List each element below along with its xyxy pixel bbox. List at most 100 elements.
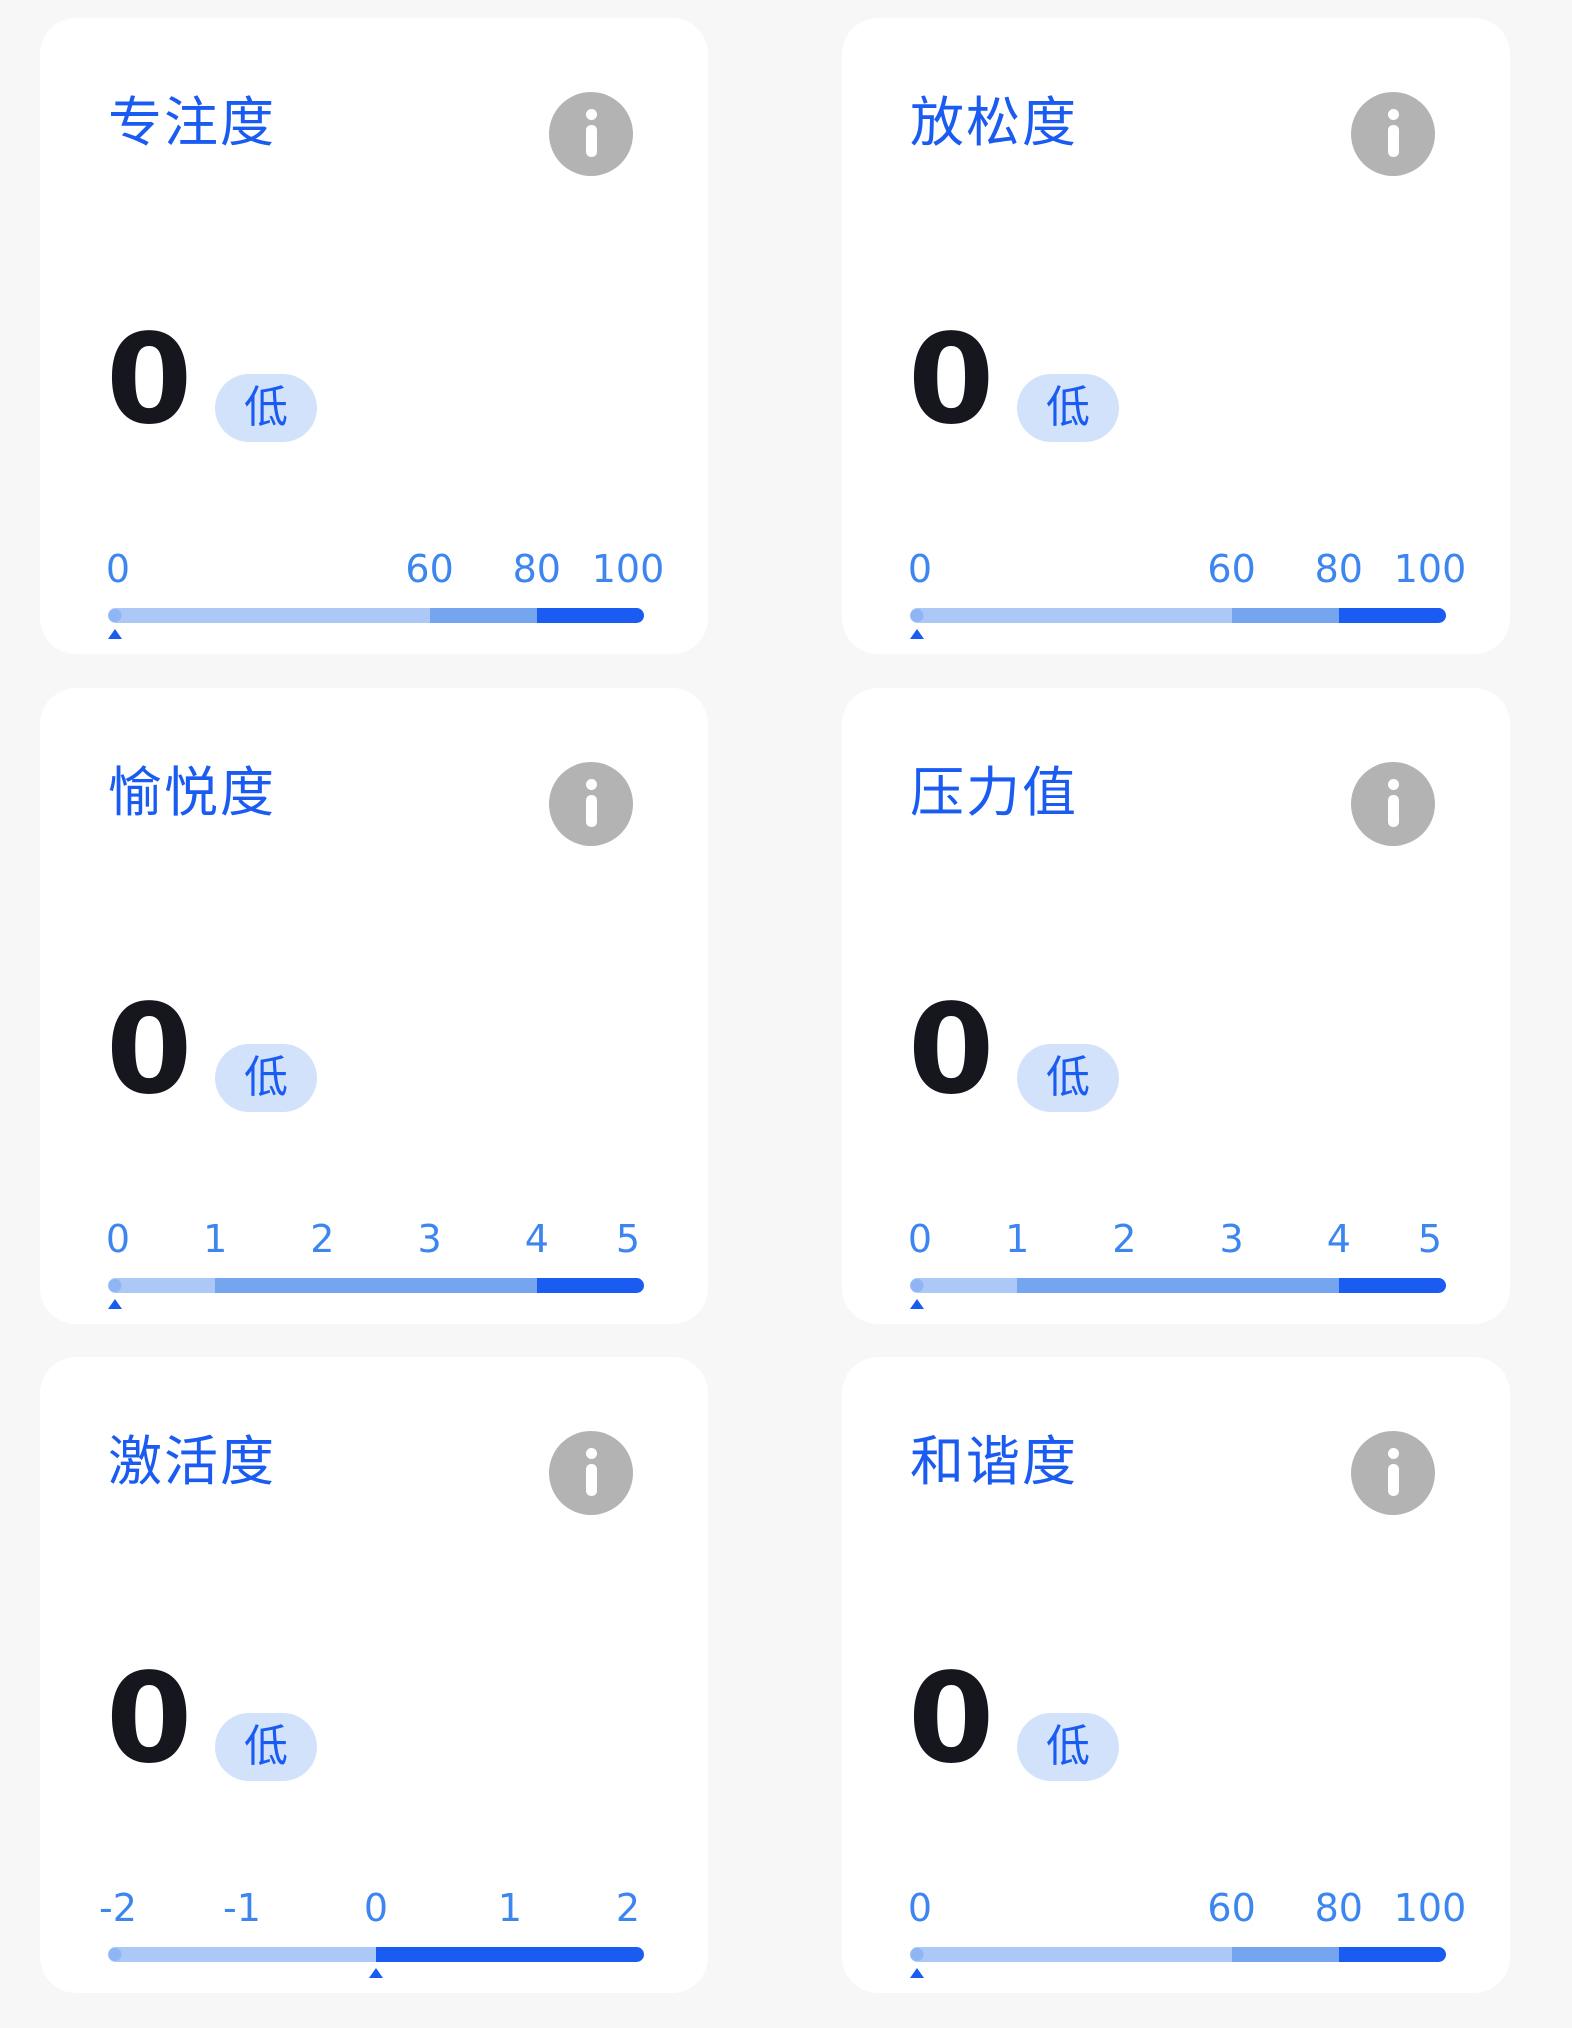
metric-card-stress: 压力值 0 低 0 1 2 3 4 5	[842, 688, 1510, 1324]
metric-card-focus: 专注度 0 低 0 60 80 100	[40, 18, 708, 654]
card-title: 愉悦度	[108, 761, 276, 824]
metric-scale: 0 60 80 100	[907, 1877, 1466, 1978]
metric-value: 0	[106, 1647, 193, 1791]
metric-scale: 0 60 80 100	[907, 538, 1466, 639]
metric-scale: 0 1 2 3 4 5	[907, 1208, 1446, 1309]
current-value-marker	[108, 629, 122, 639]
tick-label: 0	[105, 1217, 131, 1261]
tick-label: 2	[615, 1886, 641, 1930]
tick-label: 0	[907, 1217, 933, 1261]
scale-start-dot	[108, 1948, 122, 1961]
card-title: 激活度	[108, 1430, 276, 1493]
tick-label: 100	[1393, 1886, 1467, 1930]
tick-label: 2	[310, 1217, 335, 1261]
tick-label: 0	[105, 547, 131, 591]
level-badge: 低	[1017, 374, 1119, 442]
level-badge: 低	[215, 374, 317, 442]
tick-label: -1	[223, 1886, 261, 1930]
card-title: 放松度	[910, 91, 1078, 154]
metric-value: 0	[908, 978, 995, 1122]
scale-segment-high	[1338, 1278, 1446, 1293]
tick-label: 0	[907, 1886, 933, 1930]
scale-segment-low	[108, 608, 430, 623]
scale-start-dot	[910, 1279, 924, 1292]
scale-segment-low	[108, 1947, 376, 1962]
tick-label: 4	[1326, 1217, 1351, 1261]
current-value-marker	[369, 1968, 383, 1978]
scale-segment-low	[910, 1278, 1018, 1293]
metric-card-pleasure: 愉悦度 0 低 0 1 2 3 4 5	[40, 688, 708, 1324]
card-title: 专注度	[108, 91, 276, 154]
info-icon[interactable]	[1351, 1431, 1435, 1515]
tick-label: 60	[405, 547, 454, 591]
scale-bar	[108, 1278, 644, 1293]
scale-segment-mid	[1231, 1947, 1339, 1962]
card-title: 和谐度	[910, 1430, 1078, 1493]
tick-label: 60	[1207, 547, 1256, 591]
scale-bar	[910, 1278, 1446, 1293]
tick-label: 5	[1417, 1217, 1443, 1261]
metric-scale: 0 1 2 3 4 5	[105, 1208, 644, 1309]
tick-label: 4	[524, 1217, 549, 1261]
tick-label: 100	[591, 547, 665, 591]
scale-bar	[108, 1947, 644, 1962]
tick-label: 1	[203, 1217, 228, 1261]
level-badge: 低	[1017, 1044, 1119, 1112]
info-icon[interactable]	[1351, 762, 1435, 846]
tick-label: 0	[363, 1886, 389, 1930]
tick-label: 80	[1314, 1886, 1363, 1930]
scale-bar	[108, 608, 644, 623]
tick-label: 100	[1393, 547, 1467, 591]
scale-start-dot	[108, 609, 122, 622]
tick-label: -2	[99, 1886, 137, 1930]
scale-bar	[910, 608, 1446, 623]
scale-start-dot	[910, 609, 924, 622]
info-icon[interactable]	[549, 762, 633, 846]
tick-label: 0	[907, 547, 933, 591]
scale-segment-low	[910, 1947, 1232, 1962]
metric-card-relaxation: 放松度 0 低 0 60 80 100	[842, 18, 1510, 654]
tick-label: 60	[1207, 1886, 1256, 1930]
scale-segment-high	[1338, 1947, 1446, 1962]
level-badge: 低	[215, 1044, 317, 1112]
tick-label: 80	[512, 547, 561, 591]
scale-start-dot	[910, 1948, 924, 1961]
scale-segment-mid	[429, 608, 537, 623]
metric-card-harmony: 和谐度 0 低 0 60 80 100	[842, 1357, 1510, 1993]
tick-label: 5	[615, 1217, 641, 1261]
tick-label: 3	[1219, 1217, 1244, 1261]
level-badge: 低	[1017, 1713, 1119, 1781]
scale-segment-low	[910, 608, 1232, 623]
current-value-marker	[910, 1968, 924, 1978]
scale-segment-high	[536, 1278, 644, 1293]
tick-label: 3	[417, 1217, 442, 1261]
scale-segment-high	[376, 1947, 644, 1962]
current-value-marker	[108, 1299, 122, 1309]
metric-value: 0	[908, 1647, 995, 1791]
metric-value: 0	[106, 308, 193, 452]
info-icon[interactable]	[549, 1431, 633, 1515]
tick-label: 2	[1112, 1217, 1137, 1261]
info-icon[interactable]	[1351, 92, 1435, 176]
tick-label: 1	[497, 1886, 523, 1930]
level-badge: 低	[215, 1713, 317, 1781]
tick-label: 1	[1005, 1217, 1030, 1261]
metric-scale: -2 -1 0 1 2	[99, 1877, 644, 1978]
scale-bar	[910, 1947, 1446, 1962]
metric-value: 0	[908, 308, 995, 452]
metric-scale: 0 60 80 100	[105, 538, 664, 639]
scale-segment-mid	[1017, 1278, 1339, 1293]
scale-segment-mid	[1231, 608, 1339, 623]
metric-card-activation: 激活度 0 低 -2 -1 0 1 2	[40, 1357, 708, 1993]
info-icon[interactable]	[549, 92, 633, 176]
scale-segment-mid	[215, 1278, 537, 1293]
card-title: 压力值	[910, 761, 1078, 824]
scale-segment-high	[1338, 608, 1446, 623]
current-value-marker	[910, 1299, 924, 1309]
current-value-marker	[910, 629, 924, 639]
scale-start-dot	[108, 1279, 122, 1292]
scale-segment-low	[108, 1278, 216, 1293]
scale-segment-high	[536, 608, 644, 623]
tick-label: 80	[1314, 547, 1363, 591]
metric-value: 0	[106, 978, 193, 1122]
